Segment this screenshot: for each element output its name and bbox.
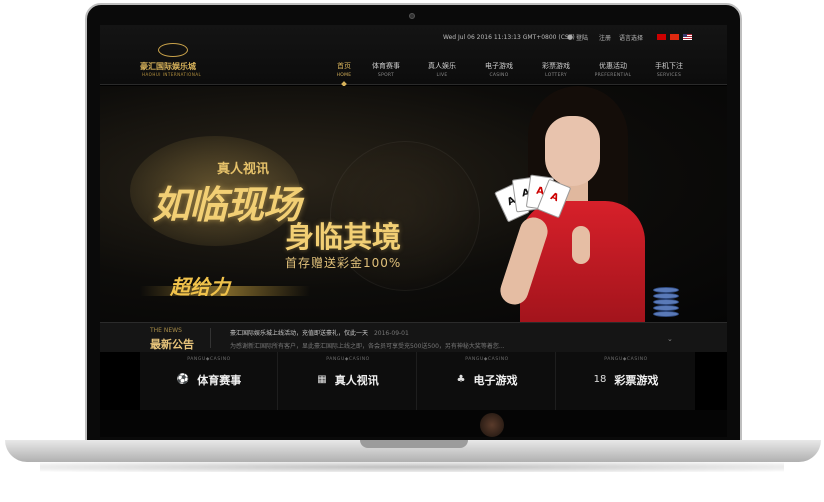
nav-item-live[interactable]: 真人娱乐 LIVE — [422, 61, 462, 78]
game-label: 体育赛事 — [197, 373, 242, 387]
hero-headline-2: 身临其境 — [285, 220, 402, 254]
game-tile-casino[interactable]: PANGU◆CASINO ♣ 电子游戏 — [418, 352, 556, 410]
chip — [653, 287, 679, 293]
news-item[interactable]: 豪汇国际娱乐城上线活动，充值即送豪礼，仅此一天 2016-09-01 — [230, 328, 409, 337]
nav-label: 真人娱乐 — [428, 62, 456, 70]
nav-item-preferential[interactable]: 优惠活动 PREFERENTIAL — [593, 61, 633, 78]
chip — [653, 299, 679, 305]
flag-cn-icon[interactable] — [670, 34, 679, 40]
chevron-down-icon[interactable]: ⌄ — [667, 335, 673, 343]
webcam — [409, 13, 415, 19]
nav-label: 首页 — [337, 62, 351, 70]
content-strip — [100, 410, 727, 437]
laptop-notch — [360, 440, 468, 448]
register-link[interactable]: 注册 — [599, 33, 611, 42]
thumbnail-image — [480, 413, 504, 437]
game-brand: PANGU◆CASINO — [326, 357, 370, 362]
game-brand: PANGU◆CASINO — [604, 357, 648, 362]
news-title-en: THE NEWS — [150, 327, 182, 334]
flag-us-icon[interactable] — [683, 34, 692, 40]
game-label: 电子游戏 — [473, 373, 518, 387]
news-item-date: 2016-09-01 — [373, 330, 409, 337]
nav-item-sport[interactable]: 体育赛事 SPORT — [366, 61, 406, 78]
chip — [653, 293, 679, 299]
nav-label: 体育赛事 — [372, 62, 400, 70]
language-select[interactable]: 语言选择 — [619, 33, 643, 42]
news-item-text: 豪汇国际娱乐城上线活动，充值即送豪礼，仅此一天 — [230, 330, 369, 337]
laptop-shadow — [40, 462, 784, 472]
main-nav: 首页 HOME 体育赛事 SPORT 真人娱乐 LIVE 电子游戏 CASINO… — [100, 61, 727, 85]
login-link[interactable]: 登陆 — [576, 33, 588, 42]
news-title: 最新公告 — [150, 338, 194, 351]
nav-item-casino[interactable]: 电子游戏 CASINO — [479, 61, 519, 78]
nav-item-services[interactable]: 手机下注 SERVICES — [649, 61, 689, 78]
game-row: ⚽ 体育赛事 — [140, 369, 278, 388]
game-categories: PANGU◆CASINO ⚽ 体育赛事 PANGU◆CASINO ▦ 真人视讯 … — [140, 352, 695, 410]
nav-sublabel: CASINO — [489, 73, 509, 78]
nav-item-lottery[interactable]: 彩票游戏 LOTTERY — [536, 61, 576, 78]
lottery-18-icon: 18 — [593, 374, 607, 385]
game-row: 18 彩票游戏 — [557, 369, 695, 388]
logo-emblem-icon — [158, 43, 188, 57]
news-item-secondary[interactable]: 为感谢新汇国际所有客户，显此豪汇国际上线之即，各会员可享受充500送500，另有… — [230, 341, 505, 350]
hero-headline-1: 如临现场 — [152, 183, 301, 227]
nav-label: 电子游戏 — [485, 62, 513, 70]
game-tile-lottery[interactable]: PANGU◆CASINO 18 彩票游戏 — [557, 352, 695, 410]
game-tile-live[interactable]: PANGU◆CASINO ▦ 真人视讯 — [279, 352, 417, 410]
hero-subtitle: 首存赠送彩金100% — [285, 256, 402, 270]
nav-sublabel: SERVICES — [656, 73, 682, 78]
playing-cards: A A A A — [494, 174, 572, 236]
laptop-screen: 豪汇国际娱乐城 HAOHUI INTERNATIONAL Wed Jul 06 … — [100, 25, 727, 437]
hero-power-text: 超给力 — [170, 275, 230, 299]
game-brand: PANGU◆CASINO — [465, 357, 509, 362]
divider — [210, 328, 211, 348]
nav-label: 优惠活动 — [599, 62, 627, 70]
cherry-icon: ♣ — [456, 374, 466, 385]
game-label: 真人视讯 — [334, 373, 379, 387]
video-icon: ▦ — [317, 374, 327, 385]
game-tile-sport[interactable]: PANGU◆CASINO ⚽ 体育赛事 — [140, 352, 278, 410]
clock-readout: Wed Jul 06 2016 11:13:13 GMT+0800 (CST) — [443, 34, 575, 41]
game-row: ▦ 真人视讯 — [279, 369, 417, 388]
nav-item-home[interactable]: 首页 HOME — [324, 61, 364, 78]
site-header: 豪汇国际娱乐城 HAOHUI INTERNATIONAL Wed Jul 06 … — [100, 25, 727, 85]
nav-sublabel: PREFERENTIAL — [594, 73, 632, 78]
nav-label: 手机下注 — [655, 62, 683, 70]
game-row: ♣ 电子游戏 — [418, 369, 556, 388]
hero-banner[interactable]: 真人视讯 如临现场 身临其境 首存赠送彩金100% 超给力 A A A A — [100, 86, 727, 322]
nav-sublabel: LOTTERY — [545, 73, 567, 78]
model-dress-keyhole — [572, 226, 590, 264]
casino-chips-icon — [653, 281, 683, 321]
news-bar: THE NEWS 最新公告 豪汇国际娱乐城上线活动，充值即送豪礼，仅此一天 20… — [100, 322, 727, 352]
nav-label: 彩票游戏 — [542, 62, 570, 70]
nav-sublabel: LIVE — [436, 73, 448, 78]
game-label: 彩票游戏 — [614, 373, 659, 387]
game-brand: PANGU◆CASINO — [187, 357, 231, 362]
chip — [653, 311, 679, 317]
nav-sublabel: SPORT — [377, 73, 395, 78]
user-icon: ● — [567, 33, 574, 41]
flag-hk-icon[interactable] — [657, 34, 666, 40]
chip — [653, 305, 679, 311]
soccer-ball-icon: ⚽ — [176, 374, 190, 385]
nav-sublabel: HOME — [336, 73, 352, 78]
